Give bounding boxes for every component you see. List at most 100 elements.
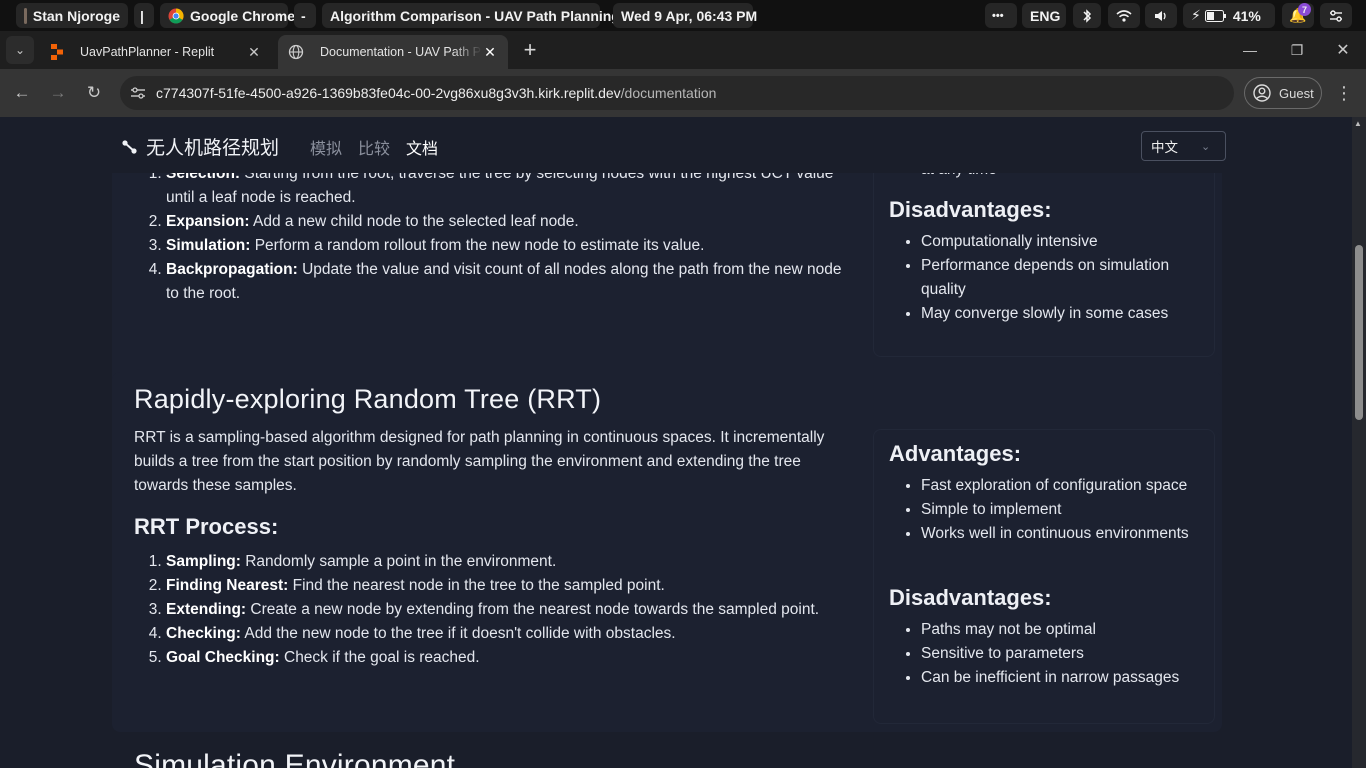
kebab-menu-icon: ⋮ <box>1335 82 1353 103</box>
list-item: Computationally intensive <box>921 230 1209 254</box>
browser-toolbar: ← → ↻ c774307f-51fe-4500-a926-1369b83fe0… <box>0 69 1366 117</box>
settings-toggle-icon[interactable] <box>1320 3 1352 28</box>
list-item: Expansion: Add a new child node to the s… <box>166 210 854 234</box>
profile-button[interactable]: Guest <box>1244 77 1322 109</box>
language-value: 中文 <box>1151 140 1178 155</box>
app-pill[interactable]: Google Chrome <box>160 3 295 28</box>
more-pill[interactable]: ••• <box>985 3 1017 28</box>
mcts-process-list: Selection: Starting from the root, trave… <box>134 162 854 306</box>
dash: - <box>294 3 316 28</box>
close-icon: ✕ <box>1336 42 1350 59</box>
rrt-disadvantages-heading: Disadvantages: <box>889 585 1052 610</box>
battery-pill[interactable]: ⚡ 41% <box>1183 3 1275 28</box>
volume-icon[interactable] <box>1145 3 1177 28</box>
list-item: Goal Checking: Check if the goal is reac… <box>166 646 864 670</box>
window-title-pill[interactable]: Algorithm Comparison - UAV Path Planning… <box>322 3 632 28</box>
separator: | <box>134 3 154 28</box>
minimize-button[interactable]: — <box>1236 36 1264 64</box>
tab-close-icon[interactable]: ✕ <box>482 44 498 60</box>
nav-simulation[interactable]: 模拟 <box>310 135 342 159</box>
list-item: Paths may not be optimal <box>921 618 1209 642</box>
brand-title: 无人机路径规划 <box>146 138 280 159</box>
rrt-heading: Rapidly-exploring Random Tree (RRT) <box>134 384 602 414</box>
wifi-icon[interactable] <box>1108 3 1140 28</box>
datetime-pill[interactable]: Wed 9 Apr, 06:43 PM <box>613 3 757 28</box>
restore-button[interactable]: ❐ <box>1283 36 1311 64</box>
plus-icon: + <box>523 37 537 62</box>
chevron-down-icon: ⌄ <box>14 43 26 57</box>
rrt-process-list: Sampling: Randomly sample a point in the… <box>134 550 864 670</box>
scrollbar-thumb[interactable] <box>1355 245 1363 420</box>
os-top-bar: Stan Njoroge | Google Chrome - Algorithm… <box>0 0 1366 31</box>
page-viewport: Selection: Starting from the root, trave… <box>0 117 1352 768</box>
chrome-icon <box>168 7 184 24</box>
scroll-up-arrow-icon[interactable]: ▲ <box>1354 119 1362 128</box>
globe-icon <box>288 44 304 60</box>
tab-title: UavPathPlanner - Replit <box>80 45 215 59</box>
browser-menu-button[interactable]: ⋮ <box>1330 79 1358 107</box>
simulation-environment-heading: Simulation Environment <box>134 749 456 768</box>
list-item: Finding Nearest: Find the nearest node i… <box>166 574 864 598</box>
power-icon: ⚡ <box>1191 7 1201 23</box>
address-bar[interactable]: c774307f-51fe-4500-a926-1369b83fe04c-00-… <box>120 76 1234 110</box>
user-name: Stan Njoroge <box>32 7 120 24</box>
reload-icon: ↻ <box>86 83 102 102</box>
rrt-description: RRT is a sampling-based algorithm design… <box>134 429 825 494</box>
rrt-disadvantages-list: Paths may not be optimal Sensitive to pa… <box>889 618 1209 690</box>
tab-close-icon[interactable]: ✕ <box>246 44 262 60</box>
list-item: Simulation: Perform a random rollout fro… <box>166 234 854 258</box>
forward-arrow-icon: → <box>49 83 67 102</box>
close-window-button[interactable]: ✕ <box>1329 36 1357 64</box>
language-select[interactable]: 中文 ⌄ <box>1141 131 1226 161</box>
keyboard-lang[interactable]: ENG <box>1022 3 1066 28</box>
reload-button[interactable]: ↻ <box>80 79 108 107</box>
list-item: Sampling: Randomly sample a point in the… <box>166 550 864 574</box>
list-item: Extending: Create a new node by extendin… <box>166 598 864 622</box>
forward-button[interactable]: → <box>44 79 72 107</box>
list-item: Simple to implement <box>921 498 1209 522</box>
rrt-advantages-heading: Advantages: <box>889 441 1022 466</box>
site-info-icon[interactable] <box>120 86 156 100</box>
list-item: Backpropagation: Update the value and vi… <box>166 258 854 306</box>
nav-documentation[interactable]: 文档 <box>406 135 438 159</box>
tab-replit[interactable]: UavPathPlanner - Replit ✕ <box>40 35 272 69</box>
list-item: Sensitive to parameters <box>921 642 1209 666</box>
list-item: May converge slowly in some cases <box>921 302 1209 326</box>
chevron-down-icon: ⌄ <box>1201 140 1211 153</box>
tab-strip: ⌄ UavPathPlanner - Replit ✕ Documentatio… <box>0 31 1366 69</box>
restore-icon: ❐ <box>1290 41 1304 58</box>
battery-icon <box>1204 9 1226 22</box>
list-item: Fast exploration of configuration space <box>921 474 1209 498</box>
datetime: Wed 9 Apr, 06:43 PM <box>621 7 758 24</box>
window-title: Algorithm Comparison - UAV Path Planning… <box>330 7 632 24</box>
app-name: Google Chrome <box>190 7 296 24</box>
site-navbar: 无人机路径规划 模拟 比较 文档 中文 ⌄ <box>0 117 1352 173</box>
url-path: /documentation <box>620 85 717 101</box>
more-icon: ••• <box>992 9 1004 22</box>
battery-level: 41% <box>1232 7 1261 24</box>
page-scrollbar[interactable]: ▲ <box>1352 117 1366 768</box>
notification-badge: 7 <box>1298 3 1311 16</box>
replit-icon <box>50 44 66 60</box>
bluetooth-icon[interactable] <box>1073 3 1101 28</box>
drone-path-icon <box>121 138 139 156</box>
notifications-pill[interactable]: 🔔 7 <box>1282 3 1314 28</box>
avatar <box>24 7 27 24</box>
url-host: c774307f-51fe-4500-a926-1369b83fe04c-00-… <box>156 85 621 101</box>
user-pill[interactable]: Stan Njoroge <box>16 3 128 28</box>
tab-documentation[interactable]: Documentation - UAV Path Planner ✕ <box>278 35 508 69</box>
mcts-disadvantages-list: Computationally intensive Performance de… <box>889 230 1209 326</box>
profile-icon <box>1253 84 1271 102</box>
new-tab-button[interactable]: + <box>516 36 544 64</box>
rrt-process-heading: RRT Process: <box>134 514 279 539</box>
site-brand[interactable]: 无人机路径规划 <box>121 133 279 160</box>
back-button[interactable]: ← <box>8 79 36 107</box>
tab-title: Documentation - UAV Path Planner <box>320 45 482 59</box>
list-item: Works well in continuous environments <box>921 522 1209 546</box>
minimize-icon: — <box>1243 42 1257 58</box>
rrt-advantages-list: Fast exploration of configuration space … <box>889 474 1209 546</box>
back-arrow-icon: ← <box>13 83 31 102</box>
tab-search-button[interactable]: ⌄ <box>6 36 34 64</box>
nav-comparison[interactable]: 比较 <box>358 135 390 159</box>
list-item: Checking: Add the new node to the tree i… <box>166 622 864 646</box>
